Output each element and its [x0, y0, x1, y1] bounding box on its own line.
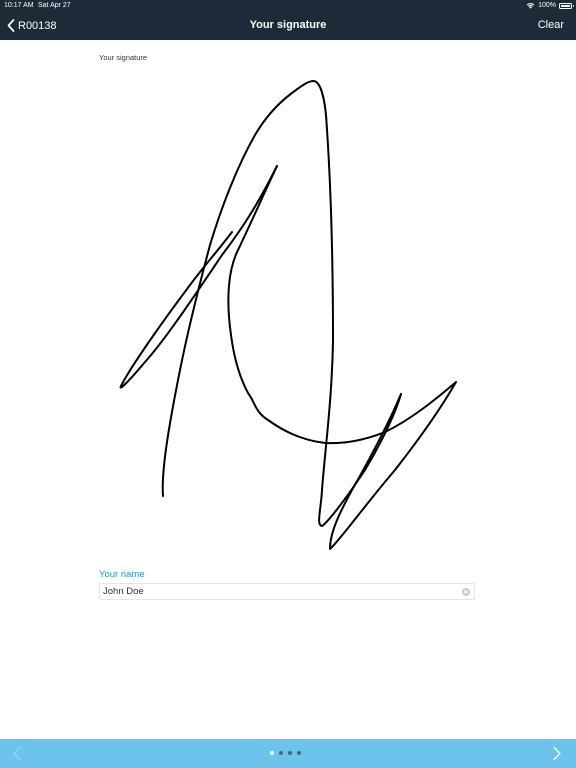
clear-circle-icon[interactable] [462, 588, 470, 596]
battery-icon [559, 2, 574, 9]
signature-stroke [119, 80, 457, 550]
page-indicator [270, 751, 301, 755]
back-button-label: R00138 [18, 19, 57, 32]
name-field [99, 583, 475, 600]
chevron-left-icon [7, 19, 15, 32]
status-date: Sat Apr 27 [38, 2, 71, 9]
status-bar: 10:17 AM Sat Apr 27 100% [0, 0, 576, 11]
bottom-pagination-bar [0, 739, 576, 768]
back-button[interactable]: R00138 [7, 11, 57, 40]
clear-x-glyph [464, 590, 468, 594]
signature-screen: 10:17 AM Sat Apr 27 100% R00138 Your sig… [0, 0, 576, 768]
signature-stroke-cross [329, 381, 457, 550]
signature-pad[interactable] [99, 68, 477, 558]
name-input[interactable] [103, 584, 458, 599]
page-dot-2[interactable] [279, 751, 283, 755]
signature-stroke-loop [227, 165, 457, 445]
status-time: 10:17 AM [4, 2, 34, 9]
chevron-left-icon[interactable] [12, 746, 22, 761]
status-indicators: 100% [526, 0, 574, 11]
page-dot-1[interactable] [270, 751, 274, 755]
wifi-icon [526, 3, 535, 9]
signature-stroke-main [161, 80, 402, 527]
battery-fill [561, 4, 570, 7]
navigation-bar: R00138 Your signature Clear [0, 11, 576, 40]
battery-percentage: 100% [538, 2, 556, 9]
signature-label: Your signature [99, 53, 148, 62]
page-dot-3[interactable] [288, 751, 292, 755]
page-title: Your signature [249, 19, 327, 31]
name-field-label: Your name [99, 569, 145, 580]
chevron-right-icon[interactable] [552, 746, 562, 761]
signature-stroke-left [119, 165, 278, 389]
clear-button[interactable]: Clear [538, 11, 564, 40]
page-dot-4[interactable] [297, 751, 301, 755]
